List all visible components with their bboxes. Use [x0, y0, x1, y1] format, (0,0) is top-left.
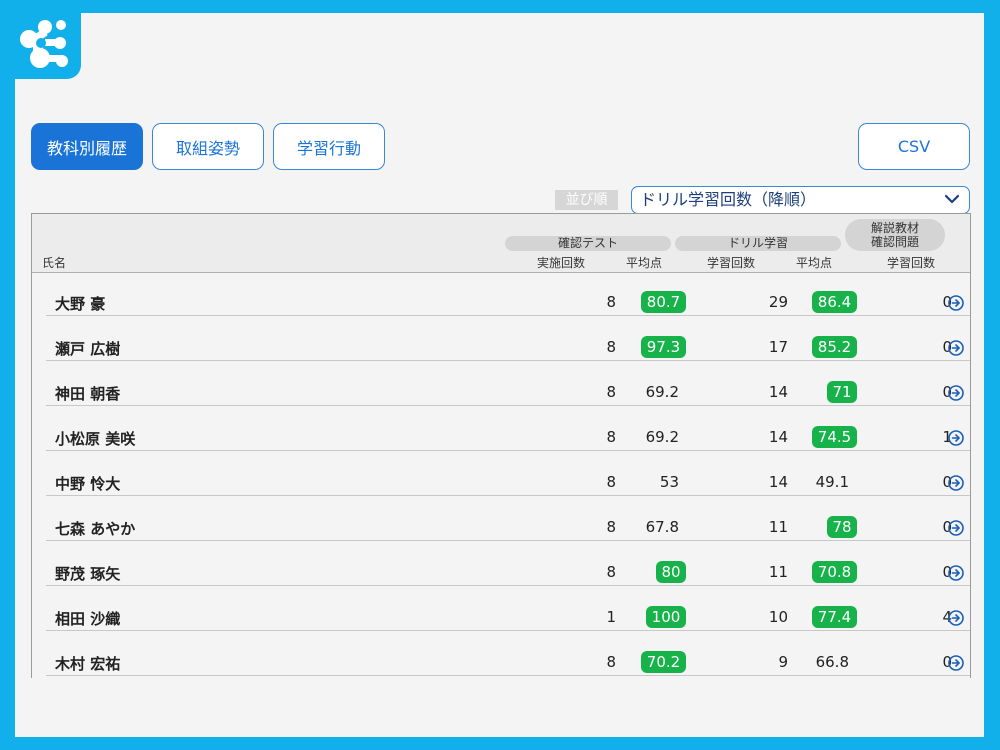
table-row[interactable]: 大野 豪 8 80.7 29 86.4 0: [46, 271, 970, 316]
drill-count-cell: 14: [768, 428, 788, 446]
student-name: 野茂 琢矢: [55, 565, 121, 583]
drill-count-cell: 10: [768, 608, 788, 626]
student-name: 小松原 美咲: [55, 430, 136, 448]
column-header-review-count: 学習回数: [887, 256, 936, 270]
student-name: 大野 豪: [55, 295, 106, 313]
arrow-right-circle-icon[interactable]: [948, 385, 964, 401]
test-avg-badge: 80: [656, 561, 686, 583]
group-header-test: 確認テスト: [505, 236, 671, 251]
arrow-right-circle-icon[interactable]: [948, 565, 964, 581]
test-count-cell: 8: [606, 518, 616, 536]
column-header-drill-count: 学習回数: [707, 256, 756, 270]
table-header: 確認テスト ドリル学習 解説教材 確認問題 氏名 実施回数 平均点 学習回数 平…: [32, 213, 970, 273]
test-avg-badge: 97.3: [641, 336, 686, 358]
drill-avg-badge: 77.4: [812, 606, 857, 628]
student-name: 瀬戸 広樹: [55, 340, 121, 358]
drill-avg-badge: 85.2: [812, 336, 857, 358]
test-count-cell: 8: [606, 293, 616, 311]
arrow-right-circle-icon[interactable]: [948, 430, 964, 446]
column-header-test-count: 実施回数: [537, 256, 586, 270]
arrow-right-circle-icon[interactable]: [948, 475, 964, 491]
main-panel: 教科別履歴 取組姿勢 学習行動 CSV 並び順 ドリル学習回数（降順） 確認テスト …: [15, 13, 984, 737]
test-count-cell: 8: [606, 383, 616, 401]
test-count-cell: 8: [606, 338, 616, 356]
student-name: 木村 宏祐: [55, 655, 121, 673]
test-avg-cell: 69.2: [645, 428, 679, 446]
results-table: 確認テスト ドリル学習 解説教材 確認問題 氏名 実施回数 平均点 学習回数 平…: [31, 213, 971, 678]
table-row[interactable]: 相田 沙織 1 100 10 77.4 4: [46, 586, 970, 631]
drill-count-cell: 9: [778, 653, 788, 671]
csv-button[interactable]: CSV: [858, 123, 970, 170]
drill-avg-badge: 86.4: [812, 291, 857, 313]
logo-icon: [20, 20, 68, 68]
drill-avg-badge: 71: [827, 381, 857, 403]
test-count-cell: 8: [606, 428, 616, 446]
drill-count-cell: 11: [768, 563, 788, 581]
table-row[interactable]: 中野 怜大 8 53 14 49.1 0: [46, 451, 970, 496]
arrow-right-circle-icon[interactable]: [948, 610, 964, 626]
app-background: { "tabs": [ {"label": "教科別履歴", "active":…: [0, 0, 1000, 750]
test-count-cell: 8: [606, 473, 616, 491]
table-row[interactable]: 木村 宏祐 8 70.2 9 66.8 0: [46, 631, 970, 676]
group-header-review: 解説教材 確認問題: [845, 219, 945, 251]
tab-subject-history[interactable]: 教科別履歴: [31, 123, 143, 170]
table-row[interactable]: 野茂 琢矢 8 80 11 70.8 0: [46, 541, 970, 586]
sort-label: 並び順: [555, 190, 618, 210]
drill-count-cell: 17: [768, 338, 788, 356]
drill-avg-badge: 74.5: [812, 426, 857, 448]
sort-select[interactable]: ドリル学習回数（降順）: [631, 186, 970, 214]
test-avg-badge: 100: [646, 606, 686, 628]
app-logo[interactable]: [15, 13, 81, 79]
tab-learning-behavior[interactable]: 学習行動: [273, 123, 385, 170]
student-name: 中野 怜大: [55, 475, 121, 493]
column-header-test-avg: 平均点: [626, 256, 663, 270]
column-header-drill-avg: 平均点: [796, 256, 833, 270]
student-name: 七森 あやか: [55, 520, 136, 538]
test-count-cell: 8: [606, 653, 616, 671]
test-avg-badge: 70.2: [641, 651, 686, 673]
drill-avg-cell: 66.8: [815, 653, 849, 671]
chevron-down-icon: [944, 194, 960, 204]
student-name: 神田 朝香: [55, 385, 121, 403]
drill-count-cell: 14: [768, 473, 788, 491]
drill-avg-cell: 49.1: [815, 473, 849, 491]
table-row[interactable]: 小松原 美咲 8 69.2 14 74.5 1: [46, 406, 970, 451]
test-avg-cell: 67.8: [645, 518, 679, 536]
test-avg-cell: 69.2: [645, 383, 679, 401]
arrow-right-circle-icon[interactable]: [948, 655, 964, 671]
test-avg-badge: 80.7: [641, 291, 686, 313]
group-header-review-line2: 確認問題: [870, 235, 919, 249]
test-avg-cell: 53: [659, 473, 679, 491]
sort-selected-value: ドリル学習回数（降順）: [640, 190, 817, 209]
column-header-name: 氏名: [42, 256, 67, 270]
tab-attitude[interactable]: 取組姿勢: [152, 123, 264, 170]
arrow-right-circle-icon[interactable]: [948, 295, 964, 311]
table-row[interactable]: 神田 朝香 8 69.2 14 71 0: [46, 361, 970, 406]
drill-count-cell: 29: [768, 293, 788, 311]
drill-avg-badge: 78: [827, 516, 857, 538]
arrow-right-circle-icon[interactable]: [948, 520, 964, 536]
drill-avg-badge: 70.8: [812, 561, 857, 583]
test-count-cell: 8: [606, 563, 616, 581]
drill-count-cell: 14: [768, 383, 788, 401]
student-name: 相田 沙織: [55, 610, 121, 628]
test-count-cell: 1: [606, 608, 616, 626]
table-row[interactable]: 七森 あやか 8 67.8 11 78 0: [46, 496, 970, 541]
drill-count-cell: 11: [768, 518, 788, 536]
arrow-right-circle-icon[interactable]: [948, 340, 964, 356]
group-header-drill: ドリル学習: [675, 236, 841, 251]
table-row[interactable]: 瀬戸 広樹 8 97.3 17 85.2 0: [46, 316, 970, 361]
group-header-review-line1: 解説教材: [870, 221, 919, 235]
